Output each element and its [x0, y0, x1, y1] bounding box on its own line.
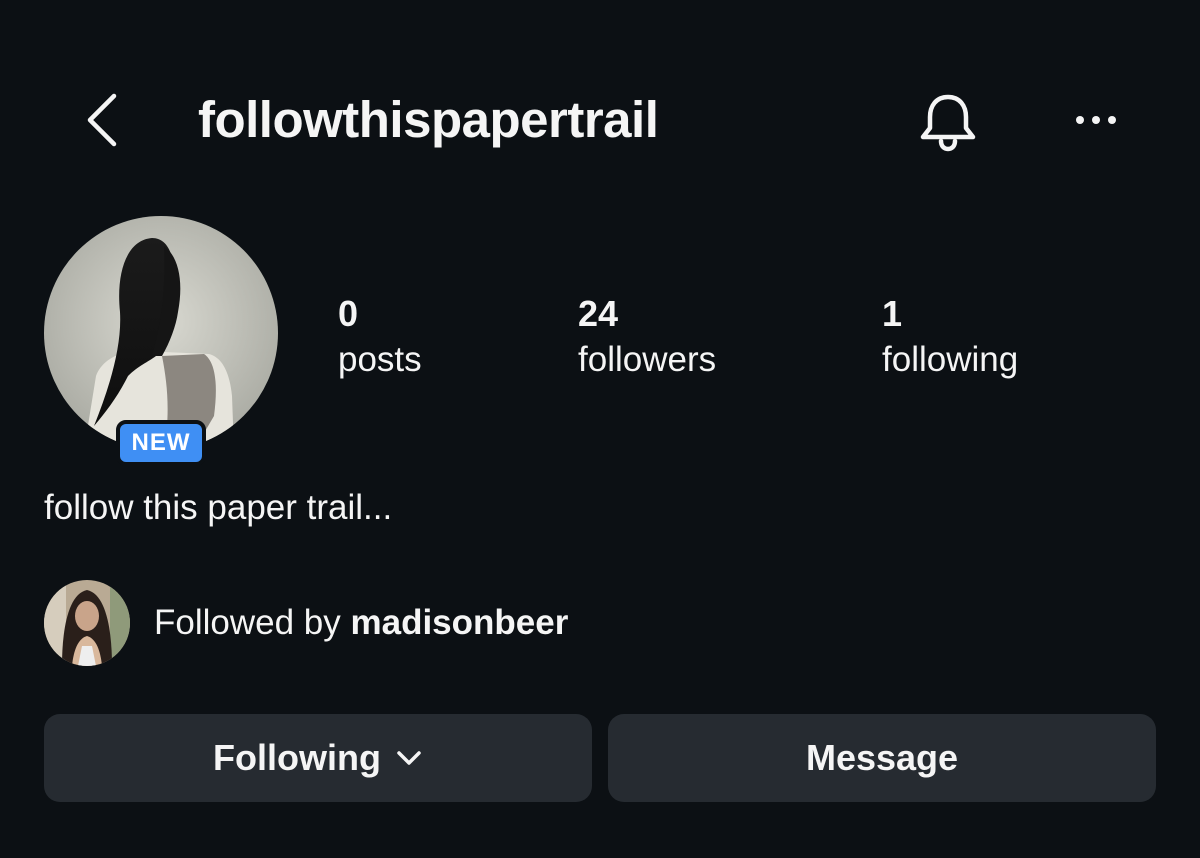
page-title: followthispapertrail [198, 91, 659, 148]
profile-header: followthispapertrail [0, 70, 1200, 170]
chevron-down-icon [397, 751, 421, 765]
new-badge: NEW [116, 420, 206, 466]
following-button[interactable]: Following [44, 714, 592, 802]
message-button[interactable]: Message [608, 714, 1156, 802]
followers-stat[interactable]: 24 followers [578, 292, 716, 384]
followed-by-prefix: Followed by [154, 603, 351, 642]
following-stat[interactable]: 1 following [882, 292, 1018, 384]
posts-stat[interactable]: 0 posts [338, 292, 422, 384]
following-button-label: Following [213, 737, 381, 778]
notifications-button[interactable] [914, 90, 982, 154]
posts-count: 0 [338, 293, 359, 334]
profile-bio: follow this paper trail... [44, 488, 393, 527]
following-label: following [882, 340, 1019, 379]
message-button-label: Message [805, 737, 959, 778]
avatar [44, 216, 278, 450]
more-horizontal-icon [1076, 116, 1116, 124]
followed-by-text: Followed by madisonbeer [154, 600, 568, 646]
followers-count: 24 [578, 293, 619, 334]
profile-avatar-container[interactable]: NEW [44, 216, 278, 466]
posts-label: posts [338, 340, 422, 379]
follower-avatar [44, 580, 130, 666]
back-button[interactable] [78, 88, 126, 152]
bell-icon [920, 94, 976, 152]
following-count: 1 [882, 293, 903, 334]
more-options-button[interactable] [1066, 100, 1126, 140]
followed-by-username[interactable]: madisonbeer [350, 603, 568, 642]
chevron-left-icon [87, 93, 117, 147]
followers-label: followers [578, 340, 717, 379]
profile-screen: followthispapertrail NEW 0 posts 24 foll… [0, 0, 1200, 858]
